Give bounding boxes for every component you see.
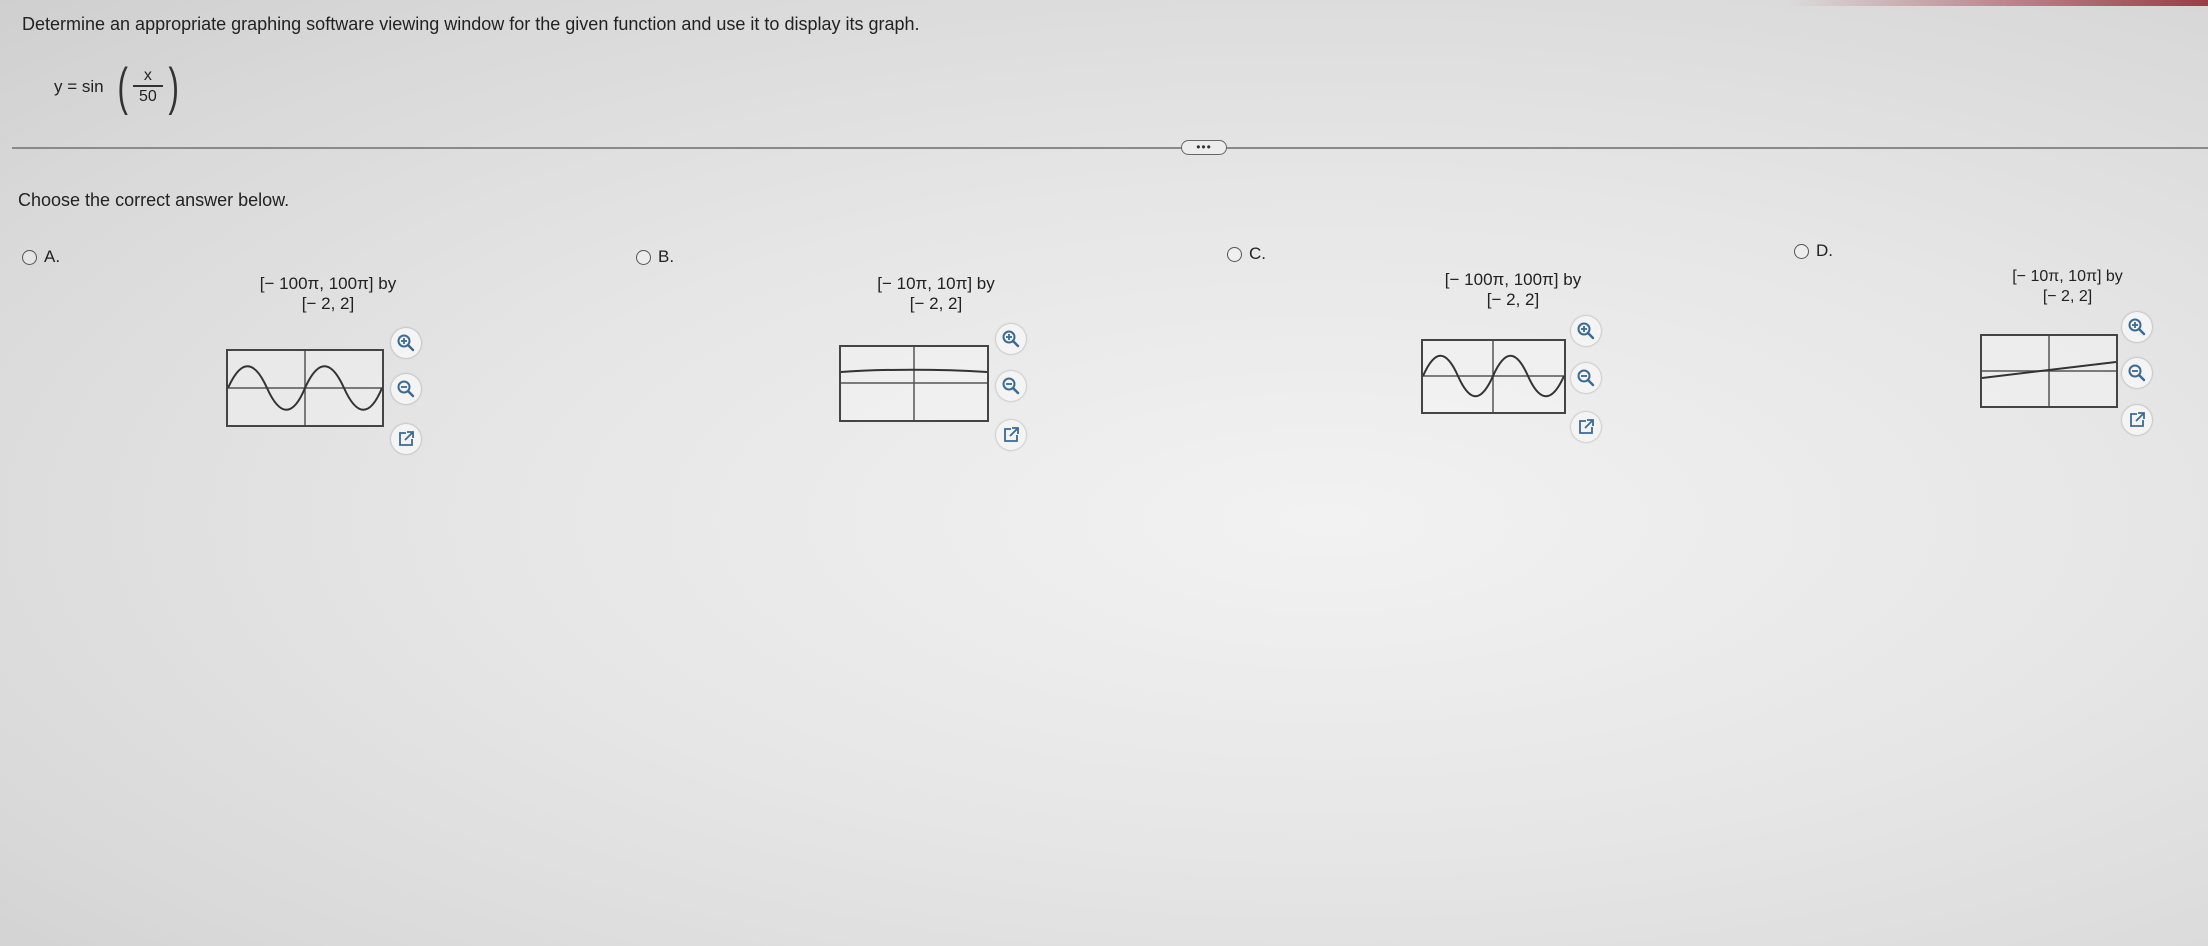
equation-fraction: x 50 — [132, 67, 163, 107]
window-label-a: [− 100π, 100π] by [− 2, 2] — [218, 274, 438, 314]
option-letter: B. — [658, 247, 675, 266]
radio-button[interactable] — [22, 249, 37, 265]
zoom-in-icon[interactable] — [996, 324, 1026, 354]
section-divider — [12, 147, 2208, 149]
zoom-in-icon[interactable] — [391, 328, 421, 358]
open-external-icon[interactable] — [391, 424, 421, 454]
question-instruction: Determine an appropriate graphing softwa… — [22, 14, 920, 34]
equation-lhs: y = sin — [54, 77, 104, 96]
answer-prompt: Choose the correct answer below. — [18, 190, 290, 210]
left-paren: ( — [117, 58, 128, 116]
window-y-range: [− 2, 2] — [909, 294, 963, 313]
open-external-icon[interactable] — [1571, 412, 1601, 442]
zoom-out-icon[interactable] — [996, 371, 1026, 401]
option-d[interactable]: D. — [1794, 241, 1833, 261]
window-x-range: [− 100π, 100π] by — [1444, 270, 1582, 289]
graph-a — [226, 349, 384, 427]
option-b[interactable]: B. — [636, 247, 674, 267]
window-y-range: [− 2, 2] — [2042, 288, 2093, 305]
radio-button[interactable] — [1227, 246, 1242, 262]
radio-button[interactable] — [1794, 243, 1809, 259]
window-x-range: [− 10π, 10π] by — [877, 274, 995, 293]
open-external-icon[interactable] — [2122, 405, 2152, 435]
window-label-d: [− 10π, 10π] by [− 2, 2] — [1960, 267, 2175, 307]
fraction-denominator: 50 — [138, 87, 157, 105]
graph-d — [1980, 334, 2118, 408]
top-accent-bar — [1788, 0, 2208, 6]
graph-c — [1421, 339, 1566, 414]
zoom-in-icon[interactable] — [2122, 312, 2152, 342]
window-y-range: [− 2, 2] — [301, 294, 355, 313]
fraction-numerator: x — [143, 67, 152, 85]
zoom-out-icon[interactable] — [391, 374, 421, 404]
window-y-range: [− 2, 2] — [1486, 290, 1540, 309]
window-label-b: [− 10π, 10π] by [− 2, 2] — [826, 274, 1046, 314]
option-letter: C. — [1249, 244, 1266, 263]
zoom-out-icon[interactable] — [2122, 358, 2152, 388]
option-c[interactable]: C. — [1227, 244, 1266, 264]
option-a[interactable]: A. — [22, 247, 60, 267]
open-external-icon[interactable] — [996, 420, 1026, 450]
option-letter: A. — [44, 247, 61, 266]
graph-b — [839, 345, 989, 422]
radio-button[interactable] — [636, 249, 651, 265]
more-options-button[interactable]: ••• — [1181, 140, 1227, 155]
window-label-c: [− 100π, 100π] by [− 2, 2] — [1403, 270, 1623, 310]
right-paren: ) — [168, 58, 179, 116]
window-x-range: [− 100π, 100π] by — [259, 274, 397, 293]
zoom-out-icon[interactable] — [1571, 363, 1601, 393]
function-equation: y = sin ( x 50 ) — [54, 58, 182, 116]
zoom-in-icon[interactable] — [1571, 316, 1601, 346]
option-letter: D. — [1816, 241, 1833, 260]
window-x-range: [− 10π, 10π] by — [2012, 268, 2123, 285]
